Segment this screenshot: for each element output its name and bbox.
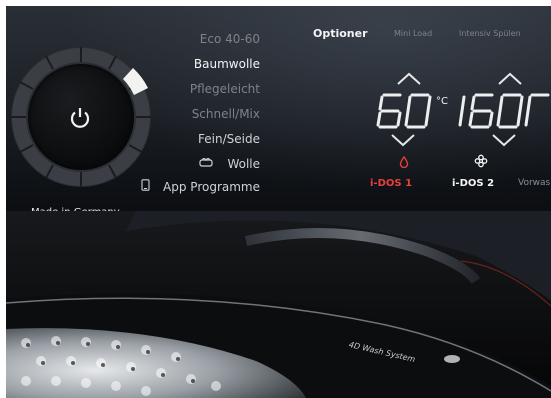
idos-2-button[interactable]: i-DOS 2 <box>452 178 494 189</box>
temperature-unit: °C <box>436 96 448 107</box>
temperature-down-chevron-icon[interactable] <box>390 133 416 147</box>
temperature-display <box>376 93 432 129</box>
program-app-programme[interactable]: App Programme <box>163 180 260 194</box>
idos-1-button[interactable]: i-DOS 1 <box>370 178 412 189</box>
spin-up-chevron-icon[interactable] <box>497 72 523 86</box>
program-eco-40-60[interactable]: Eco 40-60 <box>200 32 260 46</box>
program-wolle[interactable]: Wolle <box>227 157 260 171</box>
spin-display <box>458 93 550 129</box>
program-baumwolle[interactable]: Baumwolle <box>194 57 260 71</box>
tab-optioner[interactable]: Optioner <box>313 27 368 40</box>
drop-icon <box>399 156 409 168</box>
washing-machine-panel: Eco 40-60 Baumwolle Pflegeleicht Schnell… <box>0 0 551 398</box>
tab-mini-load[interactable]: Mini Load <box>394 29 432 38</box>
washing-drum <box>6 211 551 398</box>
tab-intensiv-spulen[interactable]: Intensiv Spülen <box>459 29 521 38</box>
power-icon[interactable] <box>68 106 92 130</box>
program-pflegeleicht[interactable]: Pflegeleicht <box>190 82 260 96</box>
spin-down-chevron-icon[interactable] <box>491 133 517 147</box>
temperature-up-chevron-icon[interactable] <box>396 72 422 86</box>
program-fein-seide[interactable]: Fein/Seide <box>198 132 260 146</box>
program-schnell-mix[interactable]: Schnell/Mix <box>192 107 260 121</box>
app-phone-icon <box>141 179 150 191</box>
control-panel: Eco 40-60 Baumwolle Pflegeleicht Schnell… <box>6 6 551 398</box>
flower-icon <box>474 154 488 168</box>
wool-hand-icon <box>199 157 213 167</box>
vorwas-option[interactable]: Vorwas <box>518 178 550 188</box>
